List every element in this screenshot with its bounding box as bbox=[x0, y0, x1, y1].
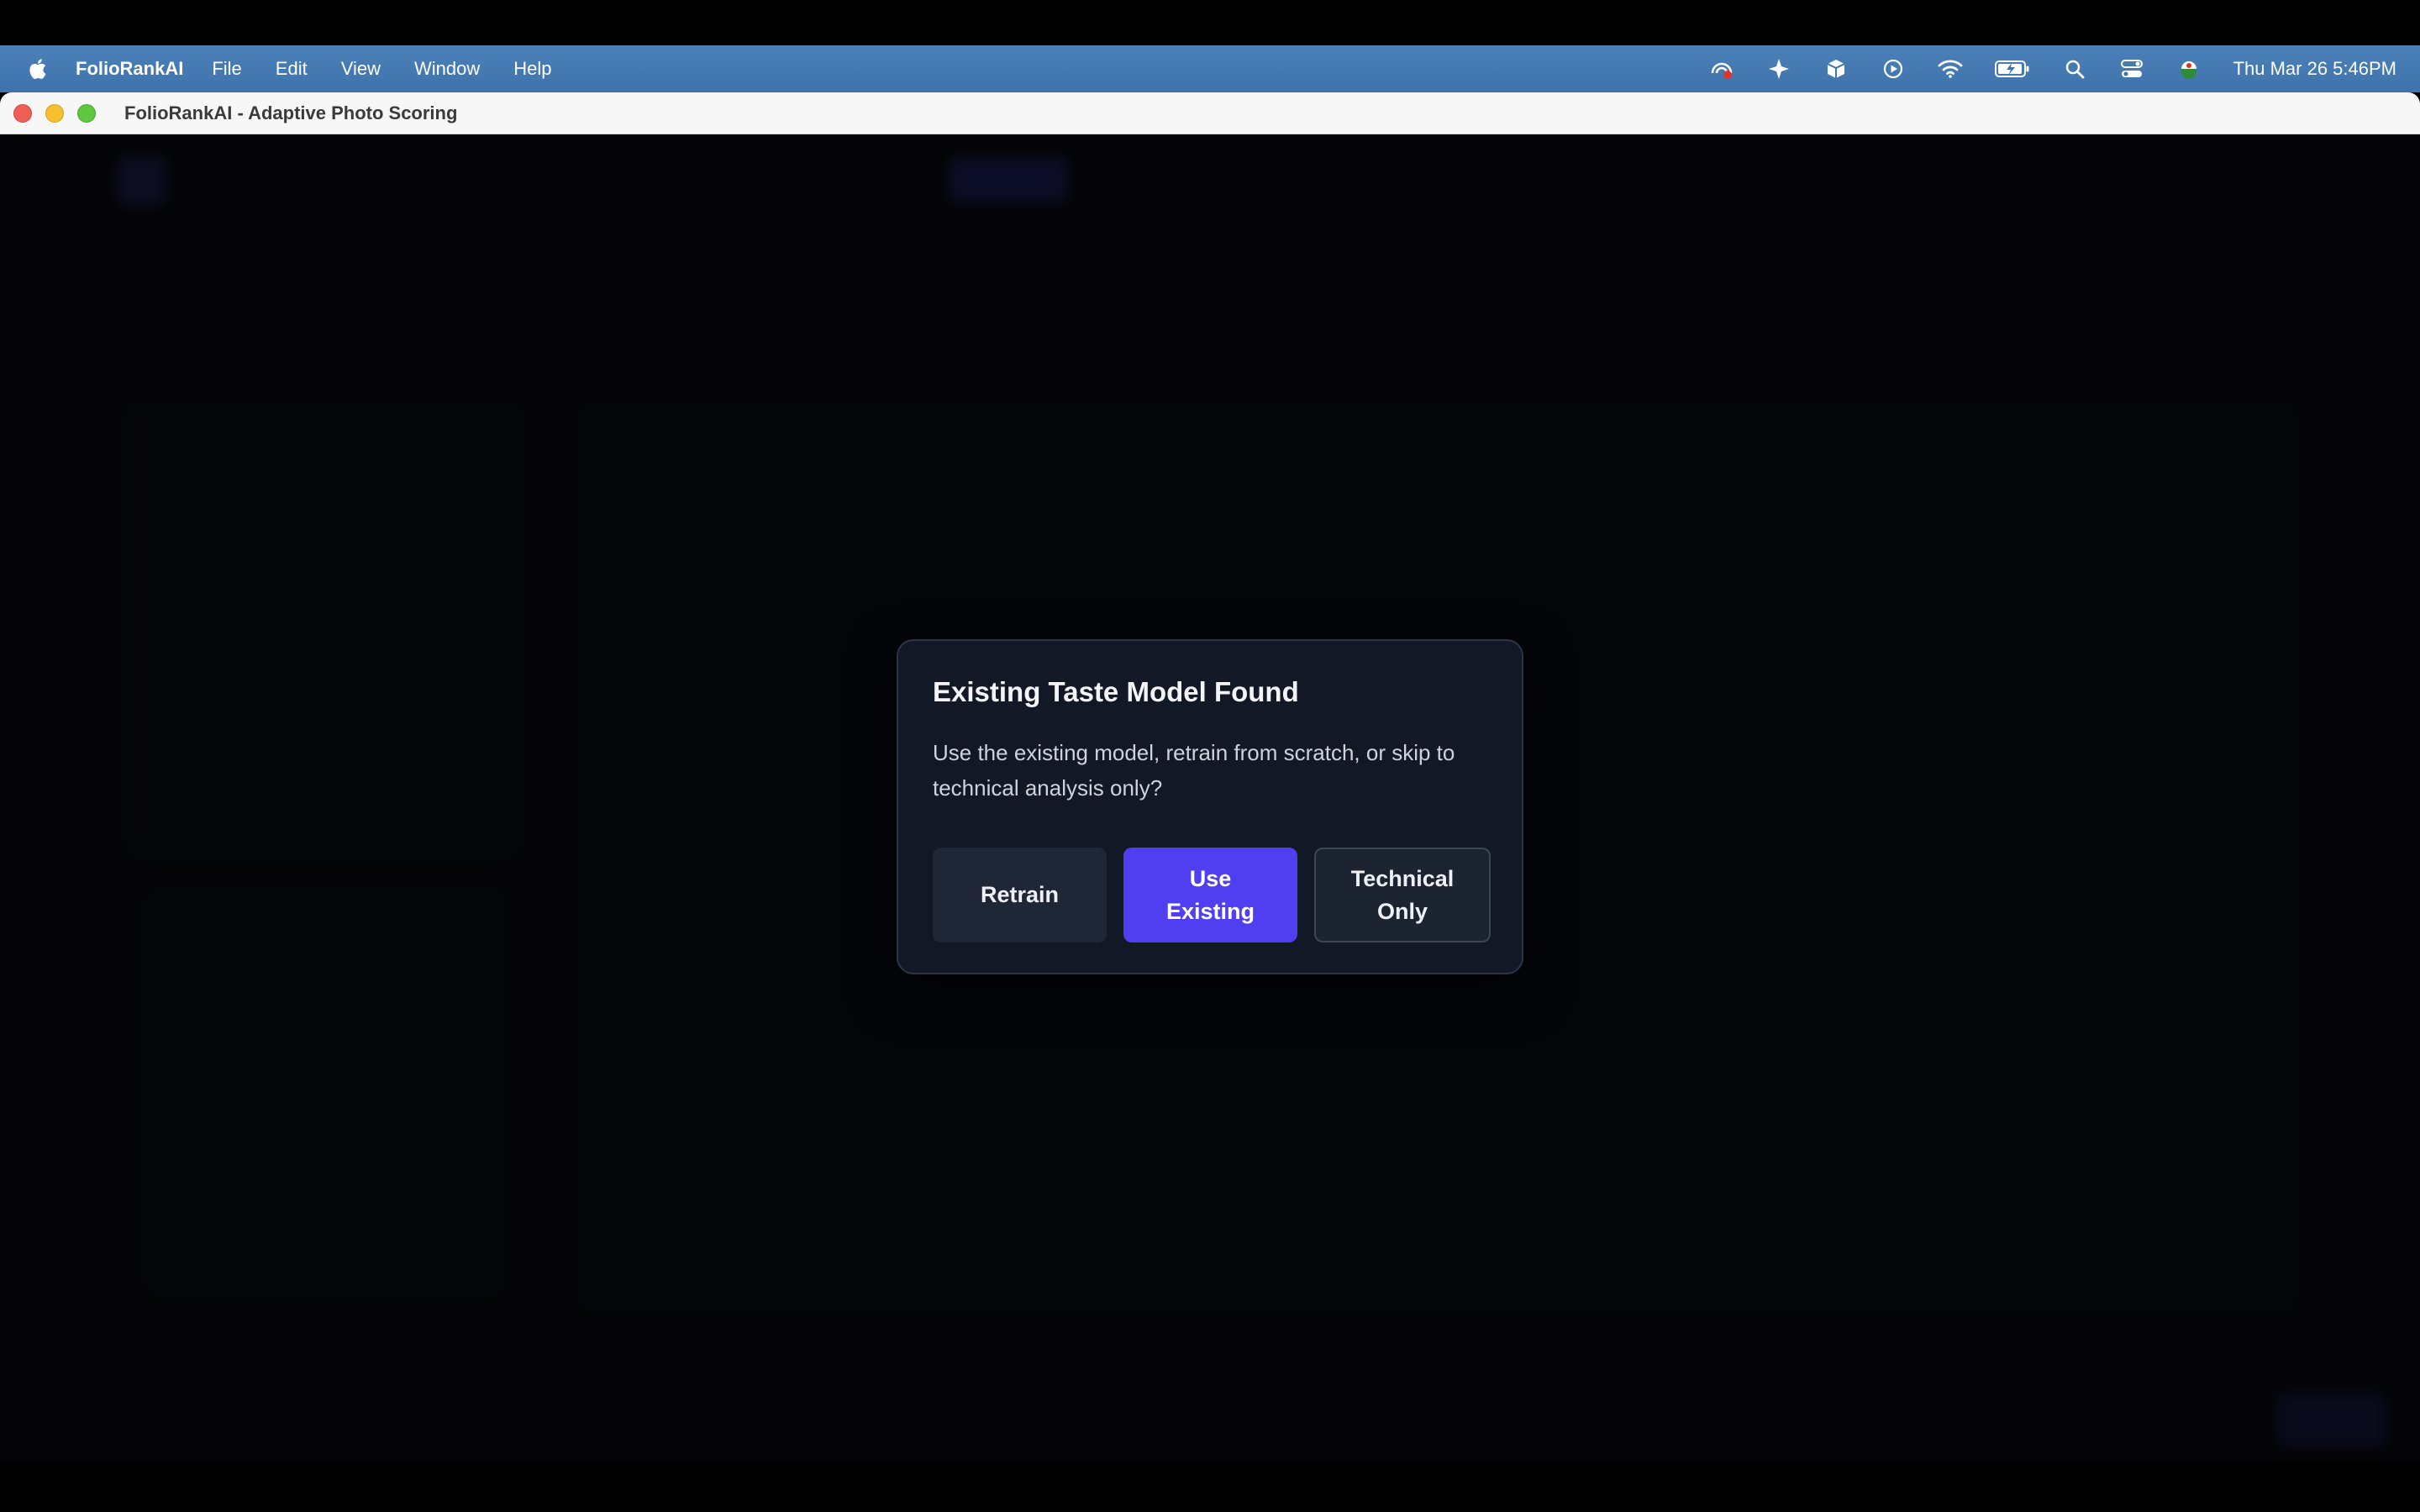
menu-help[interactable]: Help bbox=[513, 58, 551, 80]
cube-icon[interactable] bbox=[1823, 56, 1849, 81]
user-flag-icon[interactable] bbox=[2176, 56, 2202, 81]
menu-view[interactable]: View bbox=[341, 58, 381, 80]
use-existing-button-label: Use Existing bbox=[1165, 865, 1255, 924]
window-title: FolioRankAI - Adaptive Photo Scoring bbox=[124, 102, 458, 123]
technical-only-button-label: Technical Only bbox=[1350, 865, 1455, 924]
sparkle-icon[interactable] bbox=[1766, 56, 1791, 81]
screen-record-icon[interactable] bbox=[1709, 56, 1734, 81]
window-title-bar: FolioRankAI - Adaptive Photo Scoring bbox=[0, 92, 2420, 134]
menu-bar: FolioRankAI File Edit View Window Help T… bbox=[0, 45, 2420, 92]
use-existing-button[interactable]: Use Existing bbox=[1123, 848, 1297, 942]
menu-file[interactable]: File bbox=[212, 58, 241, 80]
apple-menu-icon[interactable] bbox=[27, 56, 49, 81]
existing-model-dialog: Existing Taste Model Found Use the exist… bbox=[897, 639, 1523, 974]
retrain-button[interactable]: Retrain bbox=[933, 848, 1107, 942]
battery-icon[interactable] bbox=[1994, 56, 2030, 81]
technical-only-button[interactable]: Technical Only bbox=[1314, 848, 1491, 942]
dialog-message: Use the existing model, retrain from scr… bbox=[933, 740, 1455, 801]
zoom-window-button[interactable] bbox=[77, 103, 96, 123]
search-icon[interactable] bbox=[2062, 56, 2087, 81]
dialog-title: Existing Taste Model Found bbox=[933, 676, 1299, 707]
window-controls bbox=[13, 103, 96, 123]
wifi-icon[interactable] bbox=[1938, 56, 1963, 81]
screen-bottom-edge bbox=[0, 1463, 2420, 1512]
close-window-button[interactable] bbox=[13, 103, 32, 123]
control-center-icon[interactable] bbox=[2119, 56, 2144, 81]
minimize-window-button[interactable] bbox=[45, 103, 64, 123]
play-circle-icon[interactable] bbox=[1881, 56, 1906, 81]
menu-window[interactable]: Window bbox=[414, 58, 480, 80]
retrain-button-label: Retrain bbox=[980, 882, 1060, 907]
menubar-clock[interactable]: Thu Mar 26 5:46PM bbox=[2233, 58, 2396, 80]
menu-edit[interactable]: Edit bbox=[276, 58, 308, 80]
app-menu[interactable]: FolioRankAI bbox=[76, 58, 183, 80]
